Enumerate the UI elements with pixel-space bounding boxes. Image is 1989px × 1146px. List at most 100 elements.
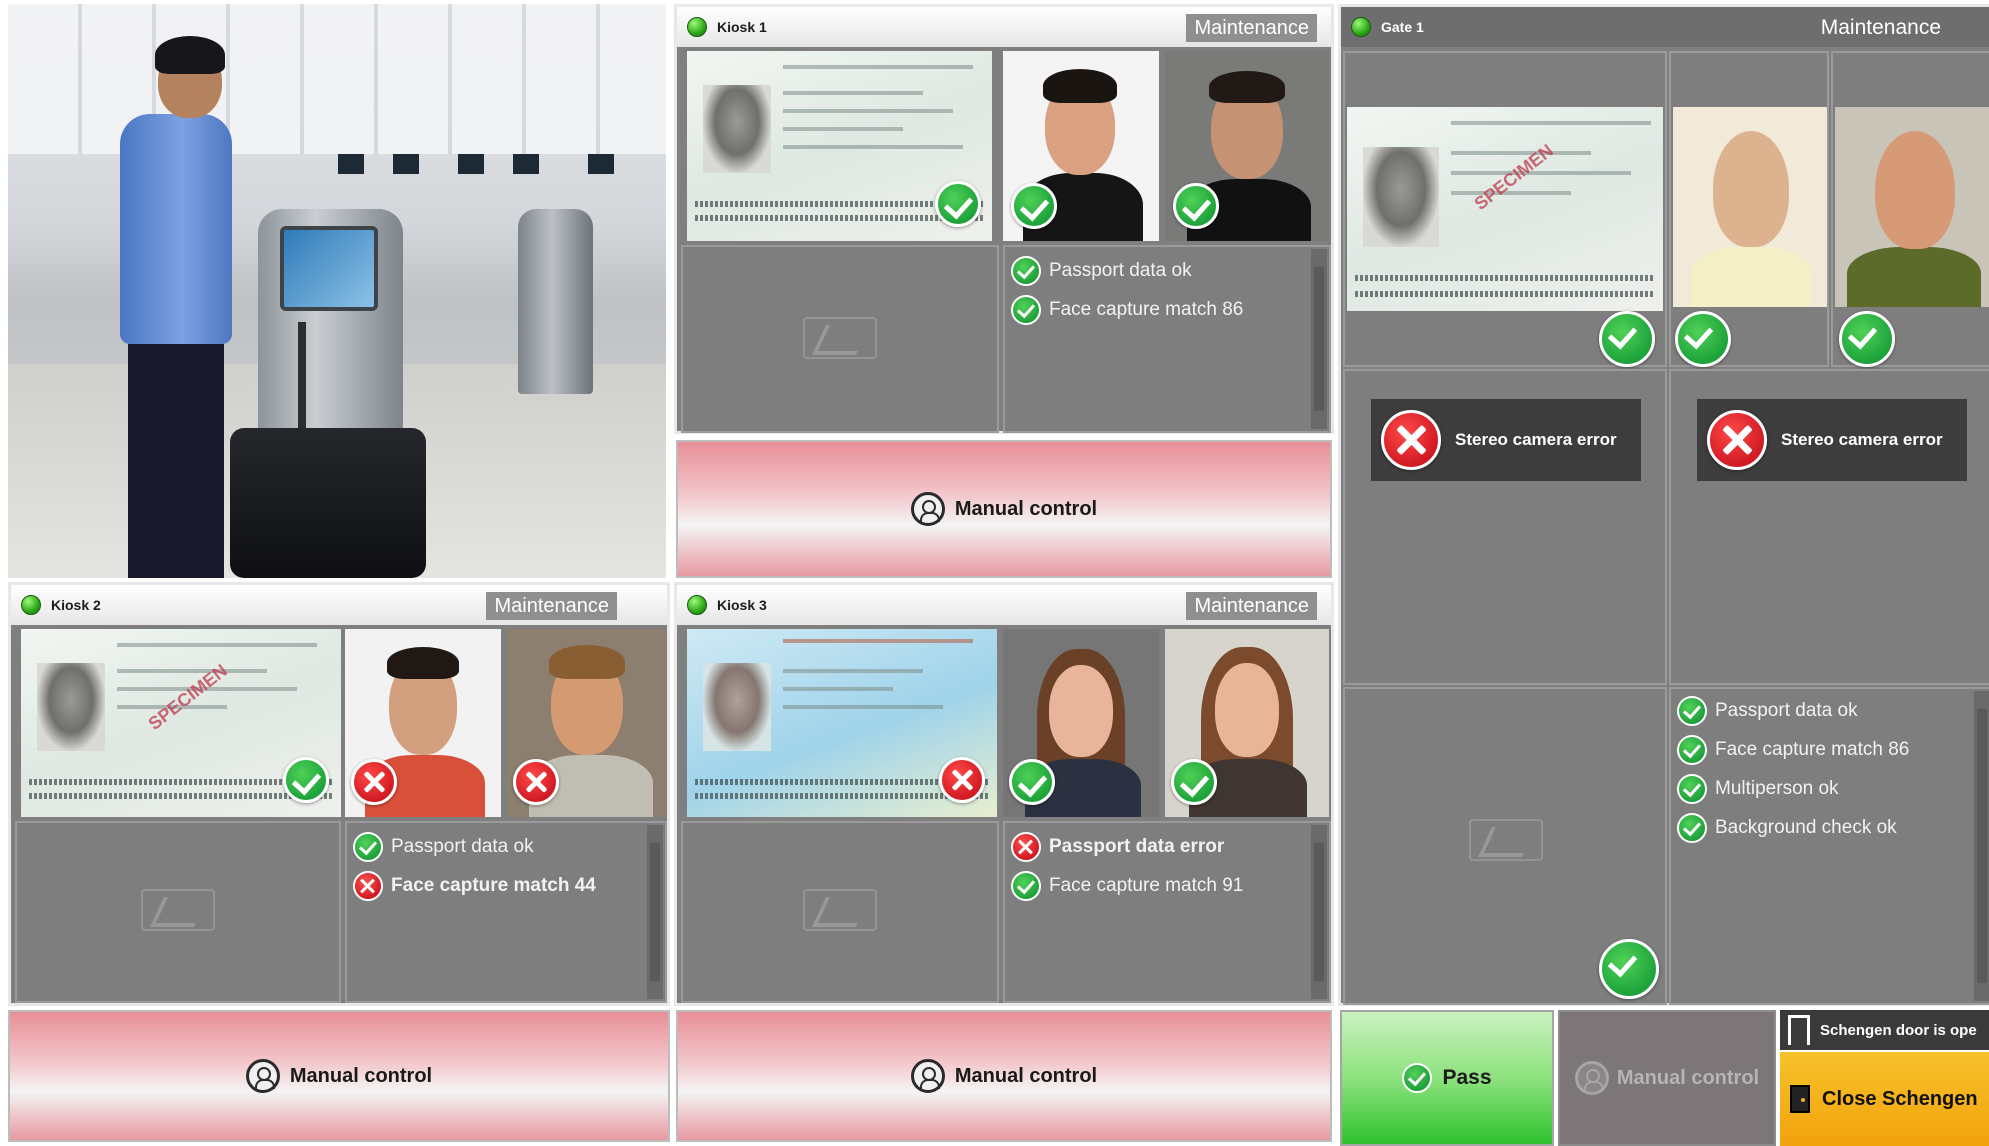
- button-label: Manual control: [954, 497, 1098, 520]
- doc-line: [783, 705, 943, 709]
- gate-manual-control-button[interactable]: Manual control: [1558, 1010, 1776, 1146]
- check-label: Multiperson ok: [1715, 777, 1839, 799]
- reference-face-photo: [1165, 51, 1329, 241]
- check-item: Face capture match 86: [1677, 730, 1909, 769]
- live-face-photo: [1003, 51, 1159, 241]
- face-ok-icon: [1173, 183, 1219, 229]
- doc-line: [783, 669, 923, 673]
- check-list: Passport data error Face capture match 9…: [1011, 827, 1243, 905]
- check-item: Face capture match 44: [353, 866, 596, 905]
- gate-reference-face-cell: [1831, 51, 1989, 367]
- check-item: Background check ok: [1677, 808, 1909, 847]
- check-results-cell: Passport data ok Face capture match 44: [345, 821, 667, 1003]
- portrait-body: [1691, 247, 1811, 307]
- face-ok-icon: [1009, 759, 1055, 805]
- ceiling: [8, 4, 666, 154]
- camera-error-box: Stereo camera error: [1697, 399, 1967, 481]
- panel-title: Kiosk 2: [51, 597, 101, 613]
- check-item: Passport data ok: [1011, 251, 1243, 290]
- mrz-line: [1355, 275, 1655, 281]
- counter: [393, 154, 419, 174]
- kiosk-1-manual-control-button[interactable]: Manual control: [676, 440, 1332, 578]
- panel-title: Kiosk 3: [717, 597, 767, 613]
- status-online-icon: [687, 595, 707, 615]
- counter: [338, 154, 364, 174]
- gate-document-cell: SPECIMEN: [1343, 51, 1667, 367]
- scrollbar[interactable]: [1311, 825, 1327, 999]
- manual-control-icon: [910, 1059, 945, 1093]
- kiosk-3-manual-control-button[interactable]: Manual control: [676, 1010, 1332, 1142]
- suitcase-handle: [298, 322, 306, 432]
- gate-reader-cell: [1343, 687, 1667, 1005]
- passport-error-icon: [939, 757, 985, 803]
- check-item: Passport data ok: [1677, 691, 1909, 730]
- status-online-icon: [21, 595, 41, 615]
- gate-camera-cell: Stereo camera error: [1669, 369, 1989, 685]
- live-face-photo: [1003, 629, 1159, 817]
- check-results-cell: Passport data error Face capture match 9…: [1003, 821, 1331, 1003]
- doc-line: [783, 127, 903, 131]
- check-ok-icon: [1677, 773, 1707, 804]
- portrait-body: [1847, 247, 1981, 307]
- doc-line: [1451, 171, 1631, 175]
- pass-button[interactable]: Pass: [1340, 1010, 1554, 1146]
- check-label: Face capture match 44: [391, 874, 596, 896]
- scrollbar[interactable]: [1311, 249, 1327, 429]
- panel-title: Kiosk 1: [717, 19, 767, 35]
- check-item: Passport data ok: [353, 827, 596, 866]
- status-online-icon: [1351, 17, 1371, 37]
- panel-title: Gate 1: [1381, 19, 1424, 35]
- gate-live-face-cell: [1669, 51, 1829, 367]
- face-error-icon: [513, 759, 559, 805]
- passport-scan: SPECIMEN: [21, 629, 341, 817]
- mrz-line: [1355, 291, 1655, 297]
- portrait-face: [1215, 663, 1279, 757]
- check-label: Passport data error: [1049, 835, 1225, 857]
- check-label: Passport data ok: [1049, 259, 1192, 281]
- check-label: Face capture match 91: [1049, 874, 1244, 896]
- maintenance-button[interactable]: Maintenance: [1813, 14, 1949, 42]
- kiosk-3-header: Kiosk 3 Maintenance: [677, 585, 1331, 625]
- gate-1-panel: Gate 1 Maintenance SPECIMEN Stereo camer…: [1338, 4, 1989, 1006]
- maintenance-button[interactable]: Maintenance: [1186, 592, 1317, 620]
- doc-line: [783, 91, 923, 95]
- check-label: Passport data ok: [391, 835, 534, 857]
- check-ok-icon: [1011, 870, 1041, 901]
- portrait-hair: [1209, 71, 1285, 103]
- button-label: Manual control: [954, 1064, 1098, 1087]
- scrollbar[interactable]: [647, 825, 663, 999]
- pass-icon: [1402, 1063, 1433, 1093]
- door-open-icon: [1788, 1015, 1810, 1045]
- maintenance-button[interactable]: Maintenance: [486, 592, 617, 620]
- live-face-photo: [1673, 107, 1827, 307]
- face-ok-icon: [1675, 311, 1731, 367]
- portrait-hair: [387, 647, 459, 679]
- check-list: Passport data ok Face capture match 44: [353, 827, 596, 905]
- doc-line: [783, 639, 973, 643]
- reader-logo-icon: [141, 889, 215, 931]
- doc-line: [117, 643, 317, 647]
- doc-line: [783, 109, 953, 113]
- kiosk-2-manual-control-button[interactable]: Manual control: [8, 1010, 670, 1142]
- doc-line: [1451, 151, 1591, 155]
- gate-check-results-cell: Passport data ok Face capture match 86 M…: [1669, 687, 1989, 1005]
- doc-line: [783, 687, 893, 691]
- counter: [588, 154, 614, 174]
- portrait-face: [1713, 131, 1789, 247]
- error-label: Stereo camera error: [1781, 430, 1943, 449]
- camera-error-icon: [1381, 410, 1441, 470]
- portrait-face: [1875, 131, 1955, 249]
- manual-control-icon: [910, 492, 945, 526]
- portrait-hair: [549, 645, 625, 679]
- scrollbar[interactable]: [1974, 691, 1989, 1001]
- check-ok-icon: [1011, 255, 1041, 286]
- manual-control-icon: [1574, 1061, 1609, 1095]
- reference-face-photo: [1835, 107, 1989, 307]
- face-error-icon: [351, 759, 397, 805]
- check-results-cell: Passport data ok Face capture match 86: [1003, 245, 1331, 433]
- close-schengen-button[interactable]: Close Schengen: [1780, 1052, 1989, 1146]
- schengen-door-status: Schengen door is ope: [1780, 1010, 1989, 1050]
- document-reader-cell: [681, 821, 999, 1003]
- manual-control-icon: [245, 1059, 280, 1093]
- maintenance-button[interactable]: Maintenance: [1186, 14, 1317, 42]
